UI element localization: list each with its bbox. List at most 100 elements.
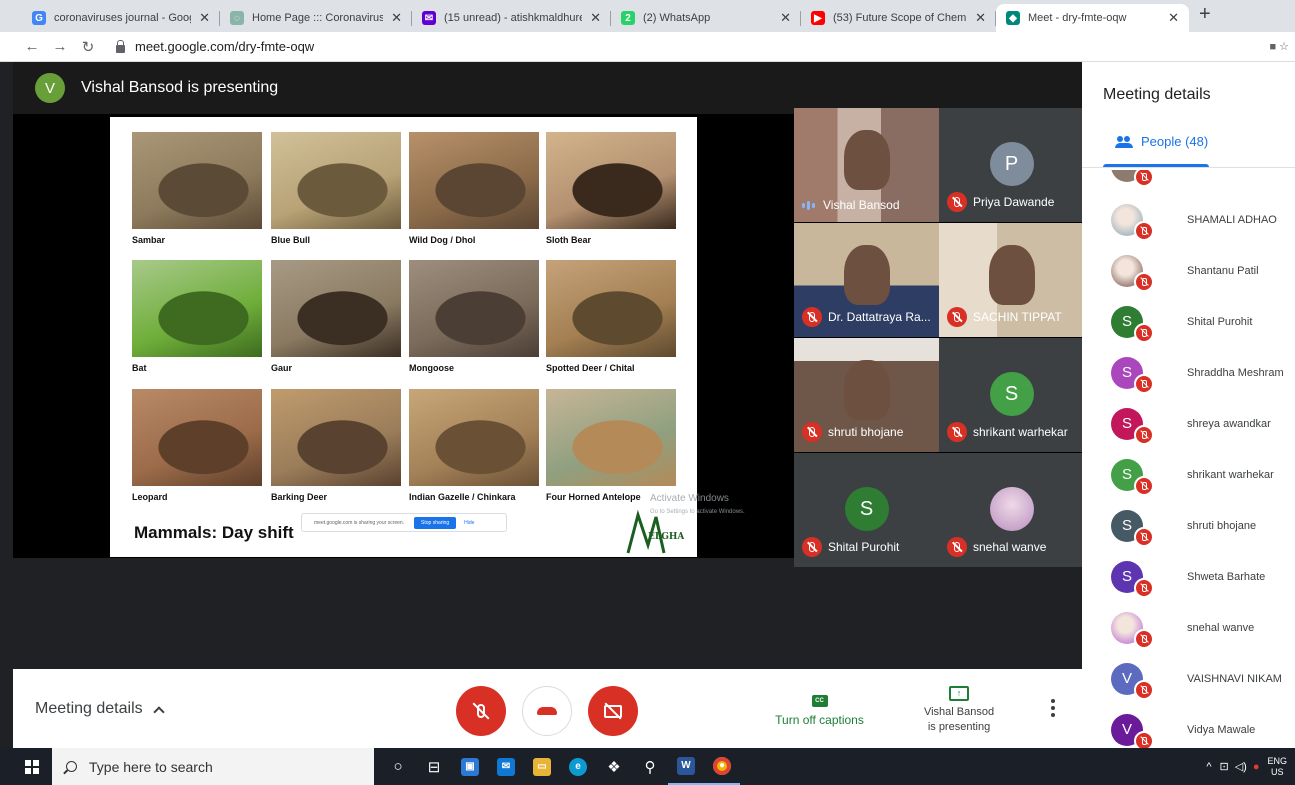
edge-icon[interactable]: e <box>560 748 596 785</box>
people-list-item[interactable]: V VAISHNAVI NIKAM <box>1082 653 1295 704</box>
presenter-bar: V Vishal Bansod is presenting <box>13 62 1082 114</box>
close-tab-icon[interactable]: ✕ <box>780 10 791 26</box>
reload-icon[interactable]: ↻ <box>74 38 102 56</box>
volume-icon[interactable]: ◁) <box>1235 760 1247 773</box>
participant-tile[interactable]: S Shital Purohit <box>794 453 939 567</box>
animal-caption: Sambar <box>132 235 166 245</box>
tray-overflow-icon[interactable]: ^ <box>1206 761 1211 773</box>
people-list-item[interactable]: V Vidya Mawale <box>1082 704 1295 748</box>
participant-tile[interactable]: snehal wanve <box>939 453 1084 567</box>
animal-photo <box>271 132 401 229</box>
mic-off-icon <box>1134 680 1154 700</box>
store-icon[interactable]: ▣ <box>452 748 488 785</box>
participant-name: Shweta Barhate <box>1187 570 1266 583</box>
people-list-item[interactable]: S Shweta Barhate <box>1082 551 1295 602</box>
stop-sharing-button[interactable]: Stop sharing <box>414 516 457 529</box>
file-explorer-icon[interactable]: ▭ <box>524 748 560 785</box>
participant-video <box>843 245 890 305</box>
people-list-item[interactable]: SHAMALI ADHAO <box>1082 194 1295 245</box>
system-tray: ^ ⊡ ◁) ● ENG US <box>1206 748 1287 785</box>
address-bar: ← → ↻ meet.google.com/dry-fmte-oqw ■ ☆ <box>0 32 1295 62</box>
people-list-item[interactable]: Sshrikant warhekar <box>1082 449 1295 500</box>
people-list-item[interactable]: Sshreya awandkar <box>1082 398 1295 449</box>
close-tab-icon[interactable]: ✕ <box>199 10 210 26</box>
animal-caption: Bat <box>132 363 147 373</box>
browser-tab[interactable]: ◆ Meet - dry-fmte-oqw ✕ <box>996 4 1189 32</box>
participant-name: Shraddha Meshram <box>1187 366 1284 379</box>
presenting-button[interactable]: ↑ Vishal Bansod is presenting <box>913 683 1005 736</box>
leave-call-button[interactable] <box>522 686 572 736</box>
animal-caption: Gaur <box>271 363 293 373</box>
search-tool-icon[interactable]: ⚲ <box>632 748 668 785</box>
slide-animal-card: Bat <box>132 260 262 373</box>
participant-name: shrikant warhekar <box>1187 468 1274 481</box>
activate-title: Activate Windows <box>650 493 729 504</box>
participant-name-row: Dr. Dattatraya Ra... <box>802 307 931 327</box>
task-view-icon[interactable]: ⊟ <box>416 748 452 785</box>
participant-name: Shital Purohit <box>1187 315 1253 328</box>
participant-tile[interactable]: SACHIN TIPPAT <box>939 223 1084 337</box>
word-icon[interactable]: W <box>668 748 704 785</box>
share-notice-text: meet.google.com is sharing your screen. <box>314 519 405 526</box>
close-tab-icon[interactable]: ✕ <box>1168 10 1179 26</box>
back-icon[interactable]: ← <box>18 38 46 55</box>
participant-tile[interactable]: Dr. Dattatraya Ra... <box>794 223 939 337</box>
panel-title: Meeting details <box>1103 86 1211 103</box>
dropbox-icon[interactable]: ❖ <box>596 748 632 785</box>
camera-toggle-button[interactable] <box>588 686 638 736</box>
lock-icon <box>116 39 125 53</box>
close-tab-icon[interactable]: ✕ <box>391 10 402 26</box>
language-indicator[interactable]: ENG US <box>1267 756 1287 777</box>
people-tab[interactable]: People (48) <box>1115 134 1208 149</box>
close-tab-icon[interactable]: ✕ <box>975 10 986 26</box>
presenter-banner: Vishal Bansod is presenting <box>81 79 279 96</box>
activate-windows-watermark: Activate Windows Go to Settings to activ… <box>650 493 745 517</box>
forward-icon[interactable]: → <box>46 38 74 55</box>
hang-up-icon <box>537 707 557 715</box>
captions-icon: CC <box>811 695 828 707</box>
url-field[interactable]: meet.google.com/dry-fmte-oqw <box>116 39 314 54</box>
panel-divider <box>1082 167 1295 168</box>
hide-button[interactable]: Hide <box>464 520 474 526</box>
participant-avatar: S <box>989 372 1034 416</box>
meeting-details-label: Meeting details <box>35 700 143 717</box>
taskbar-search-box[interactable]: Type here to search <box>52 748 374 785</box>
participant-name-row: Shital Purohit <box>802 537 899 557</box>
people-list-item[interactable]: Shantanu Patil <box>1082 245 1295 296</box>
people-list-item[interactable]: S Shital Purohit <box>1082 296 1295 347</box>
slide-animal-card: Mongoose <box>409 260 539 373</box>
participant-name: Dr. Dattatraya Ra... <box>828 310 931 324</box>
microphone-toggle-button[interactable] <box>456 686 506 736</box>
browser-tab[interactable]: Gcoronaviruses journal - Goog ✕ <box>22 4 220 32</box>
close-tab-icon[interactable]: ✕ <box>590 10 601 26</box>
new-tab-icon[interactable]: + <box>1199 3 1211 26</box>
speaking-indicator-icon <box>802 200 815 210</box>
browser-tab[interactable]: ✉ (15 unread) - atishkmaldhure ✕ <box>412 4 611 32</box>
more-options-icon[interactable] <box>1051 699 1055 717</box>
browser-tab[interactable]: ◌ Home Page ::: Coronaviruses ✕ <box>220 4 412 32</box>
notification-icon[interactable]: ● <box>1253 761 1260 773</box>
camera-indicator-icon[interactable]: ■ ☆ <box>1269 40 1289 53</box>
participant-name: Shantanu Patil <box>1187 264 1259 277</box>
slide-animal-card: Indian Gazelle / Chinkara <box>409 389 539 502</box>
taskbar-apps: ○ ⊟ ▣ ✉ ▭ e ❖ ⚲ W ● <box>380 748 740 785</box>
participant-tile[interactable]: Sshrikant warhekar <box>939 338 1084 452</box>
slide-animal-card: Blue Bull <box>271 132 401 245</box>
participant-tile[interactable]: shruti bhojane <box>794 338 939 452</box>
network-icon[interactable]: ⊡ <box>1219 760 1228 773</box>
captions-button[interactable]: CC Turn off captions <box>767 689 872 727</box>
participant-tile[interactable]: P Priya Dawande <box>939 108 1084 222</box>
browser-tab[interactable]: ▶ (53) Future Scope of Chemist ✕ <box>801 4 996 32</box>
people-list-item[interactable]: S Shraddha Meshram <box>1082 347 1295 398</box>
people-list-item[interactable] <box>1082 170 1295 191</box>
people-list-item[interactable]: snehal wanve <box>1082 602 1295 653</box>
windows-start-icon[interactable] <box>25 759 39 774</box>
chrome-icon[interactable]: ● <box>704 748 740 785</box>
people-list-item[interactable]: Sshruti bhojane <box>1082 500 1295 551</box>
cortana-icon[interactable]: ○ <box>380 748 416 785</box>
animal-photo <box>409 389 539 486</box>
mail-app-icon[interactable]: ✉ <box>488 748 524 785</box>
meeting-details-button[interactable]: Meeting details <box>35 700 165 718</box>
browser-tab[interactable]: 2 (2) WhatsApp ✕ <box>611 4 801 32</box>
participant-tile[interactable]: Vishal Bansod <box>794 108 939 222</box>
